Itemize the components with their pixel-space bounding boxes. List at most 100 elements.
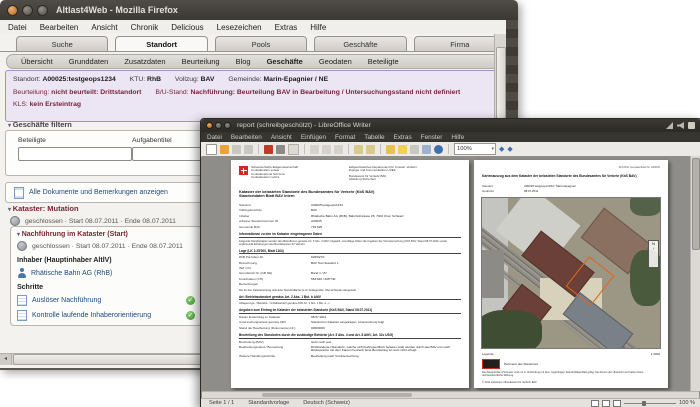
zoom-combobox[interactable]: 100%	[454, 143, 496, 155]
subtab-beteiligte[interactable]: Beteiligte	[368, 57, 399, 66]
navigator-icon[interactable]	[398, 144, 407, 154]
pdf-export-icon[interactable]	[264, 144, 273, 154]
nav-next-icon[interactable]: ◆	[507, 145, 512, 153]
single-page-view-icon[interactable]	[591, 399, 600, 407]
menu-ansicht[interactable]: Ansicht	[91, 23, 117, 32]
menu-bearbeiten[interactable]: Bearbeiten	[40, 23, 79, 32]
window-title: Altlast4Web - Mozilla Firefox	[56, 5, 178, 15]
statusbar-language[interactable]: Deutsch (Schweiz)	[303, 400, 350, 406]
close-button[interactable]	[7, 4, 18, 16]
minimize-button[interactable]	[22, 4, 33, 16]
menu-lesezeichen[interactable]: Lesezeichen	[217, 23, 262, 32]
new-document-icon[interactable]	[206, 143, 217, 155]
zoom-slider[interactable]	[624, 400, 677, 406]
open-icon[interactable]	[220, 144, 229, 154]
menu-hilfe[interactable]: Hilfe	[451, 134, 464, 141]
network-icon[interactable]	[666, 122, 673, 129]
tab-geschaefte[interactable]: Geschäfte	[314, 36, 407, 51]
beteiligte-input[interactable]	[18, 147, 132, 161]
statusbar-zoom-value[interactable]: 100 %	[679, 400, 695, 406]
tab-firma[interactable]: Firma	[413, 36, 506, 51]
close-button[interactable]	[206, 122, 213, 129]
writer-titlebar[interactable]: report (schreibgeschützt) - LibreOffice …	[201, 119, 700, 132]
report-title-line2: Standortdaten Blatt BAV intern	[239, 194, 295, 199]
menu-format[interactable]: Format	[335, 134, 355, 141]
statusbar-page[interactable]: Seite 1 / 1	[209, 400, 234, 406]
volume-icon[interactable]	[677, 122, 684, 129]
find-icon[interactable]	[410, 144, 419, 154]
scroll-left-arrow[interactable]: ◂	[0, 354, 12, 365]
paste-icon[interactable]	[334, 144, 343, 154]
toolbar-separator	[380, 144, 381, 154]
subtab-geschaefte[interactable]: Geschäfte	[267, 57, 303, 66]
step-row[interactable]: Auslöser Nachführung	[17, 295, 195, 306]
task-icon	[17, 310, 27, 321]
statusbar-style[interactable]: Standardvorlage	[248, 400, 289, 406]
form-row: Stand der Bearbeitung (Dokumenten-Nr.) 00…	[239, 325, 325, 330]
menu-ansicht[interactable]: Ansicht	[271, 134, 292, 141]
step-row[interactable]: Kontrolle laufende Inhaberorientierung	[17, 310, 195, 321]
writer-vertical-scrollbar[interactable]	[690, 156, 700, 391]
report-body: Standort A00025:testgeops1234 Vollzugsbeh…	[239, 203, 461, 360]
nav-previous-icon[interactable]: ◆	[499, 145, 504, 153]
battery-icon[interactable]	[688, 122, 695, 129]
form-row: Standort A00025:testgeops1234	[239, 203, 343, 207]
person-icon	[17, 268, 26, 278]
tab-suche[interactable]: Suche	[16, 36, 109, 51]
window-buttons	[206, 122, 231, 129]
copy-icon[interactable]	[322, 144, 331, 154]
hyperlink-globe-icon[interactable]	[434, 144, 443, 154]
step-kontrolle[interactable]: Kontrolle laufende Inhaberorientierung	[32, 312, 151, 319]
inhaber-link[interactable]: Rhätische Bahn AG (RhB)	[31, 270, 112, 277]
hscroll-thumb[interactable]	[262, 393, 412, 397]
kataster-section-header[interactable]: Kataster: Mutation	[8, 204, 79, 213]
cut-icon[interactable]	[310, 144, 319, 154]
subtab-blog[interactable]: Blog	[236, 57, 251, 66]
menu-fenster[interactable]: Fenster	[421, 134, 443, 141]
email-icon[interactable]	[244, 144, 253, 154]
scroll-thumb[interactable]	[13, 354, 225, 365]
maximize-button[interactable]	[224, 122, 231, 129]
step-ausloeser[interactable]: Auslöser Nachführung	[32, 297, 101, 304]
all-documents-link[interactable]: Alle Dokumente und Bemerkungen anzeigen	[14, 186, 168, 199]
subtab-zusatzdaten[interactable]: Zusatzdaten	[124, 57, 165, 66]
maximize-button[interactable]	[37, 4, 48, 16]
document-area[interactable]: Schweizerische Eidgenossenschaft Confédé…	[202, 156, 699, 391]
subtab-grunddaten[interactable]: Grunddaten	[69, 57, 109, 66]
menu-extras[interactable]: Extras	[275, 23, 298, 32]
menu-einfuegen[interactable]: Einfügen	[301, 134, 326, 141]
zoom-icon[interactable]	[422, 144, 431, 154]
redo-icon[interactable]	[366, 144, 375, 154]
print-preview-icon[interactable]	[288, 143, 299, 155]
firefox-titlebar[interactable]: Altlast4Web - Mozilla Firefox	[0, 0, 518, 20]
card-title[interactable]: Nachführung im Kataster (Start)	[17, 231, 195, 238]
kataster-status-row: geschlossen · Start 08.07.2011 · Ende 08…	[10, 216, 176, 226]
minimize-button[interactable]	[215, 122, 222, 129]
gallery-icon[interactable]	[386, 144, 395, 154]
menu-extras[interactable]: Extras	[394, 134, 412, 141]
menu-hilfe[interactable]: Hilfe	[310, 23, 326, 32]
menu-chronik[interactable]: Chronik	[131, 23, 159, 32]
vscroll-thumb[interactable]	[692, 158, 700, 250]
subtab-uebersicht[interactable]: Übersicht	[21, 57, 53, 66]
filter-section-header[interactable]: Geschäfte filtern	[8, 120, 72, 129]
tab-pools[interactable]: Pools	[214, 36, 308, 51]
menu-tabelle[interactable]: Tabelle	[364, 134, 384, 141]
tab-standort[interactable]: Standort	[115, 36, 208, 51]
inhaber-row[interactable]: Rhätische Bahn AG (RhB)	[17, 268, 195, 278]
nachfuehrung-card: Nachführung im Kataster (Start) geschlos…	[10, 226, 202, 326]
menu-datei[interactable]: Datei	[207, 134, 222, 141]
section-header: Beurteilung des Standortes durch die zus…	[239, 333, 461, 339]
menu-bearbeiten[interactable]: Bearbeiten	[231, 134, 262, 141]
subtab-beurteilung[interactable]: Beurteilung	[182, 57, 220, 66]
print-icon[interactable]	[276, 144, 285, 154]
save-icon[interactable]	[232, 144, 241, 154]
undo-icon[interactable]	[354, 144, 363, 154]
book-view-icon[interactable]	[613, 399, 622, 407]
menu-delicious[interactable]: Delicious	[171, 23, 203, 32]
subtab-geodaten[interactable]: Geodaten	[319, 57, 352, 66]
confed-line: Confederaziun svizra	[251, 175, 280, 180]
vscroll-thumb[interactable]	[496, 47, 506, 119]
multi-page-view-icon[interactable]	[602, 399, 611, 407]
menu-datei[interactable]: Datei	[8, 23, 27, 32]
